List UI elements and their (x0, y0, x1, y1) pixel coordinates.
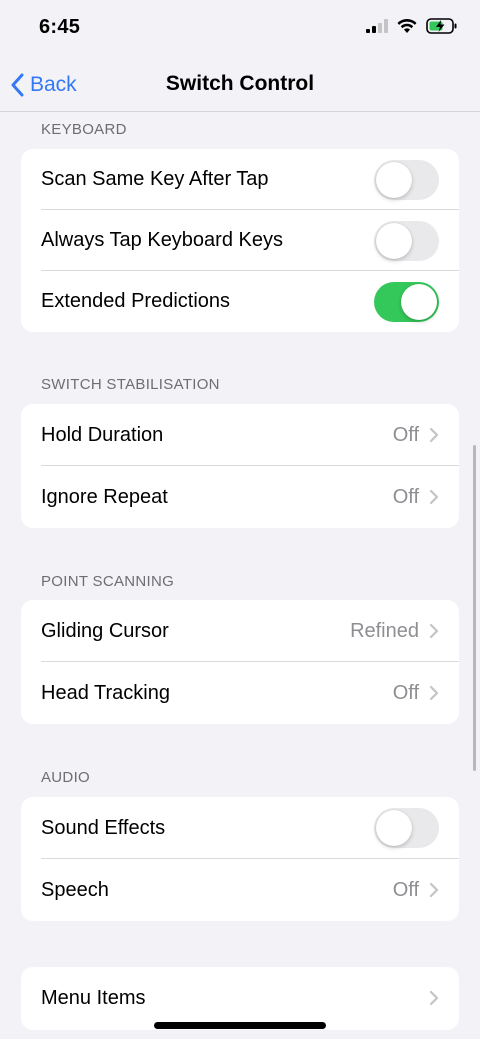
group-keyboard: Scan Same Key After Tap Always Tap Keybo… (21, 149, 459, 332)
cellular-signal-icon (366, 19, 388, 33)
status-bar: 6:45 (0, 0, 480, 58)
scroll-indicator[interactable] (473, 445, 476, 771)
row-value: Off (392, 485, 419, 508)
row-label: Head Tracking (41, 681, 170, 704)
row-label: Menu Items (41, 986, 146, 1009)
status-time: 6:45 (39, 16, 81, 38)
section-header-audio: AUDIO (41, 769, 91, 786)
row-label: Sound Effects (41, 816, 166, 839)
scan-same-key-toggle[interactable] (374, 159, 439, 200)
sound-effects-toggle[interactable] (374, 808, 439, 848)
home-indicator[interactable] (154, 1022, 326, 1029)
section-header-keyboard: KEYBOARD (41, 121, 127, 138)
section-header-point-scanning: POINT SCANNING (41, 573, 175, 590)
toggle-knob (376, 222, 412, 259)
toggle-knob (376, 810, 412, 846)
always-tap-keys-toggle[interactable] (374, 220, 439, 261)
chevron-right-icon (429, 427, 439, 443)
row-value: Off (392, 681, 419, 704)
row-scan-same-key[interactable]: Scan Same Key After Tap (21, 149, 459, 210)
toggle-knob (401, 283, 437, 320)
navigation-bar: Back Switch Control (0, 58, 480, 112)
row-label: Gliding Cursor (41, 619, 169, 642)
row-extended-predictions[interactable]: Extended Predictions (21, 271, 459, 332)
row-sound-effects[interactable]: Sound Effects (21, 797, 459, 859)
row-gliding-cursor[interactable]: Gliding Cursor Refined (21, 600, 459, 662)
group-menu-items: Menu Items (21, 967, 459, 1030)
row-label: Hold Duration (41, 423, 164, 446)
chevron-right-icon (429, 685, 439, 701)
wifi-icon (397, 19, 417, 33)
page-title: Switch Control (165, 72, 315, 95)
group-switch-stabilisation: Hold Duration Off Ignore Repeat Off (21, 404, 459, 528)
row-ignore-repeat[interactable]: Ignore Repeat Off (21, 466, 459, 528)
row-value: Refined (350, 619, 419, 642)
chevron-right-icon (429, 489, 439, 505)
row-speech[interactable]: Speech Off (21, 859, 459, 921)
chevron-right-icon (429, 882, 439, 898)
battery-charging-icon (426, 18, 457, 34)
row-value: Off (392, 423, 419, 446)
chevron-right-icon (429, 623, 439, 639)
row-label: Always Tap Keyboard Keys (41, 229, 283, 251)
group-audio: Sound Effects Speech Off (21, 797, 459, 921)
section-header-switch-stabilisation: SWITCH STABILISATION (41, 376, 220, 393)
row-head-tracking[interactable]: Head Tracking Off (21, 662, 459, 724)
row-label: Ignore Repeat (41, 485, 168, 508)
group-point-scanning: Gliding Cursor Refined Head Tracking Off (21, 600, 459, 724)
row-label: Extended Predictions (41, 290, 231, 312)
row-always-tap-keys[interactable]: Always Tap Keyboard Keys (21, 210, 459, 271)
row-hold-duration[interactable]: Hold Duration Off (21, 404, 459, 466)
status-icons (366, 18, 458, 34)
row-label: Speech (41, 878, 109, 901)
row-menu-items[interactable]: Menu Items (21, 967, 459, 1029)
chevron-right-icon (429, 990, 439, 1006)
extended-predictions-toggle[interactable] (374, 281, 439, 322)
row-value: Off (392, 878, 419, 901)
row-label: Scan Same Key After Tap (41, 168, 269, 190)
toggle-knob (376, 161, 412, 198)
